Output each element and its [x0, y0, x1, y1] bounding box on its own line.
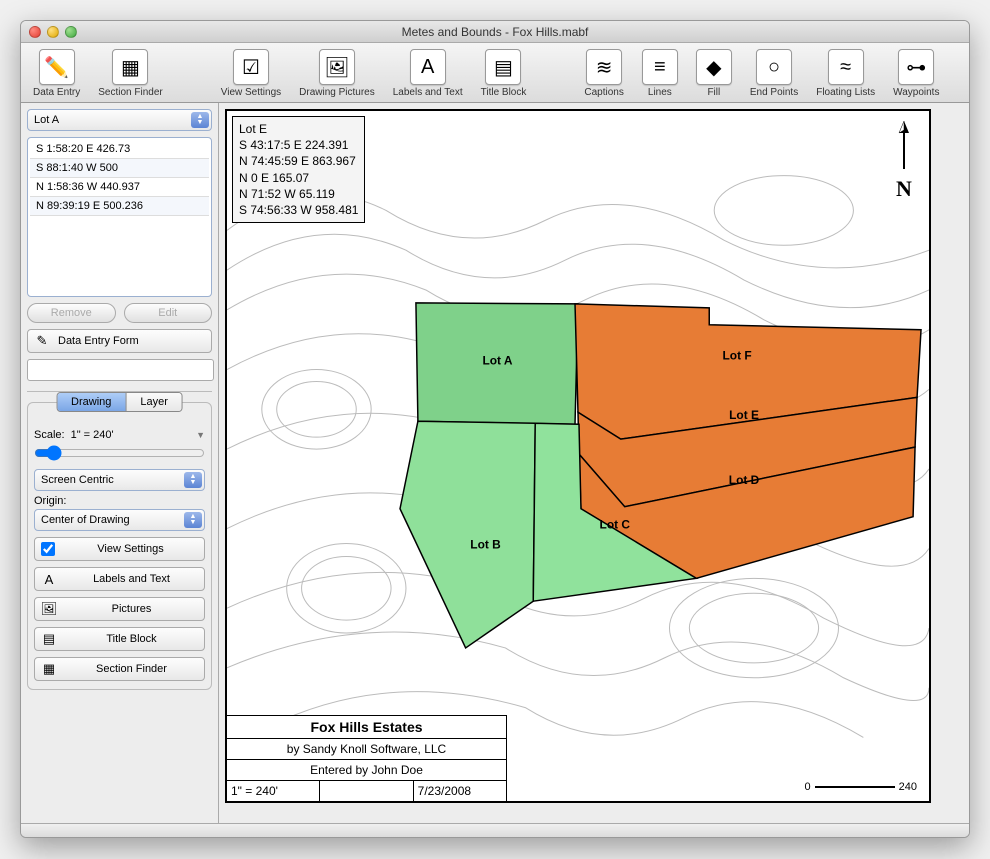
origin-label: Origin: — [34, 495, 205, 507]
section-finder-icon: ▦ — [112, 49, 148, 85]
title-block-entered-by: Entered by John Doe — [227, 760, 506, 781]
toolbar-waypoints[interactable]: ⊶Waypoints — [889, 47, 943, 100]
status-strip — [21, 823, 969, 837]
data-entry-form-button[interactable]: ✎ Data Entry Form — [27, 329, 212, 353]
drawing-layer-tabs: Drawing Layer — [56, 392, 183, 412]
waypoints-icon: ⊶ — [898, 49, 934, 85]
toolbar: ✏️Data Entry▦Section Finder ☑View Setting… — [21, 43, 969, 103]
captions-icon: ≋ — [586, 49, 622, 85]
floating-lot-info[interactable]: Lot E S 43:17:5 E 224.391N 74:45:59 E 86… — [232, 116, 365, 223]
close-icon[interactable] — [29, 26, 41, 38]
chevron-updown-icon: ▲▼ — [184, 512, 202, 528]
zoom-icon[interactable] — [65, 26, 77, 38]
drawing-pictures-icon: 🖼 — [319, 49, 355, 85]
scale-value: 1" = 240' — [71, 429, 114, 441]
toolbar-view-settings[interactable]: ☑View Settings — [217, 47, 285, 100]
view-settings-icon: ☑ — [233, 49, 269, 85]
labels-and-text-icon: A — [410, 49, 446, 85]
section-finder-icon: ▦ — [41, 661, 57, 677]
toolbar-fill[interactable]: ◆Fill — [692, 47, 736, 100]
title-block-icon: ▤ — [41, 631, 57, 647]
canvas-area[interactable]: Lot A Lot F Lot E Lot D Lot C Lot B Lot … — [219, 103, 969, 823]
tab-drawing[interactable]: Drawing — [57, 393, 125, 411]
lot-label-b: Lot B — [470, 538, 501, 552]
title-block-icon: ▤ — [485, 49, 521, 85]
end-points-icon: ○ — [756, 49, 792, 85]
remove-button[interactable]: Remove — [27, 303, 116, 323]
bearing-item[interactable]: S 88:1:40 W 500 — [30, 159, 209, 178]
sidebar: Lot A ▲▼ S 1:58:20 E 426.73S 88:1:40 W 5… — [21, 103, 219, 823]
centering-select[interactable]: Screen Centric ▲▼ — [34, 469, 205, 491]
edit-button[interactable]: Edit — [124, 303, 213, 323]
toolbar-drawing-pictures[interactable]: 🖼Drawing Pictures — [295, 47, 379, 100]
title-block-scale: 1" = 240' — [227, 781, 320, 801]
lot-select[interactable]: Lot A ▲▼ — [27, 109, 212, 131]
lot-label-f: Lot F — [723, 349, 752, 363]
scale-label: Scale: — [34, 429, 65, 441]
lot-poly-b[interactable] — [400, 421, 535, 648]
chevron-updown-icon: ▲▼ — [191, 112, 209, 128]
lot-select-value: Lot A — [34, 114, 59, 126]
scale-bar: 0 240 — [805, 781, 917, 793]
scale-slider[interactable] — [34, 445, 205, 461]
toolbar-data-entry[interactable]: ✏️Data Entry — [29, 47, 84, 100]
title-block-subtitle: by Sandy Knoll Software, LLC — [227, 739, 506, 760]
lot-label-a: Lot A — [482, 354, 512, 368]
info-line: N 0 E 165.07 — [239, 170, 358, 186]
bearing-item[interactable]: S 1:58:20 E 426.73 — [30, 140, 209, 159]
toolbar-captions[interactable]: ≋Captions — [580, 47, 627, 100]
title-block-mid — [320, 781, 413, 801]
origin-select[interactable]: Center of Drawing ▲▼ — [34, 509, 205, 531]
chevron-updown-icon: ▲▼ — [184, 472, 202, 488]
bearing-list[interactable]: S 1:58:20 E 426.73S 88:1:40 W 500N 1:58:… — [27, 137, 212, 297]
add-input[interactable] — [27, 359, 214, 381]
compass-icon: N — [889, 121, 919, 202]
minimize-icon[interactable] — [47, 26, 59, 38]
setting-labels-and-text[interactable]: ALabels and Text — [34, 567, 205, 591]
checkbox-icon[interactable] — [41, 542, 55, 556]
info-line: S 74:56:33 W 958.481 — [239, 202, 358, 218]
info-line: N 74:45:59 E 863.967 — [239, 153, 358, 169]
window-title: Metes and Bounds - Fox Hills.mabf — [21, 25, 969, 39]
toolbar-title-block[interactable]: ▤Title Block — [477, 47, 531, 100]
setting-pictures[interactable]: 🖼Pictures — [34, 597, 205, 621]
pictures-icon: 🖼 — [41, 601, 57, 617]
drawing-canvas: Lot A Lot F Lot E Lot D Lot C Lot B Lot … — [225, 109, 931, 803]
toolbar-floating-lists[interactable]: ≈Floating Lists — [812, 47, 879, 100]
toolbar-section-finder[interactable]: ▦Section Finder — [94, 47, 166, 100]
title-block-title: Fox Hills Estates — [227, 716, 506, 739]
setting-title-block[interactable]: ▤Title Block — [34, 627, 205, 651]
bearing-item[interactable]: N 1:58:36 W 440.937 — [30, 178, 209, 197]
lot-label-d: Lot D — [729, 473, 760, 487]
titlebar: Metes and Bounds - Fox Hills.mabf — [21, 21, 969, 43]
app-window: Metes and Bounds - Fox Hills.mabf ✏️Data… — [20, 20, 970, 838]
lot-label-c: Lot C — [600, 518, 631, 532]
data-entry-icon: ✏️ — [39, 49, 75, 85]
title-block-date: 7/23/2008 — [414, 781, 506, 801]
setting-view-settings[interactable]: View Settings — [34, 537, 205, 561]
toolbar-lines[interactable]: ≡Lines — [638, 47, 682, 100]
labels-and-text-icon: A — [41, 571, 57, 587]
lines-icon: ≡ — [642, 49, 678, 85]
pencil-icon: ✎ — [34, 333, 50, 349]
fill-icon: ◆ — [696, 49, 732, 85]
toolbar-end-points[interactable]: ○End Points — [746, 47, 802, 100]
info-box-title: Lot E — [239, 121, 358, 137]
floating-lists-icon: ≈ — [828, 49, 864, 85]
info-line: S 43:17:5 E 224.391 — [239, 137, 358, 153]
lot-label-e: Lot E — [729, 408, 759, 422]
bearing-item[interactable]: N 89:39:19 E 500.236 — [30, 197, 209, 216]
tab-layer[interactable]: Layer — [125, 393, 182, 411]
toolbar-labels-and-text[interactable]: ALabels and Text — [389, 47, 467, 100]
title-block: Fox Hills Estates by Sandy Knoll Softwar… — [227, 715, 507, 801]
disclosure-arrow-icon[interactable]: ▼ — [196, 430, 205, 440]
drawing-settings-group: Drawing Layer Scale: 1" = 240' ▼ Screen … — [27, 402, 212, 690]
info-line: N 71:52 W 65.119 — [239, 186, 358, 202]
setting-section-finder[interactable]: ▦Section Finder — [34, 657, 205, 681]
